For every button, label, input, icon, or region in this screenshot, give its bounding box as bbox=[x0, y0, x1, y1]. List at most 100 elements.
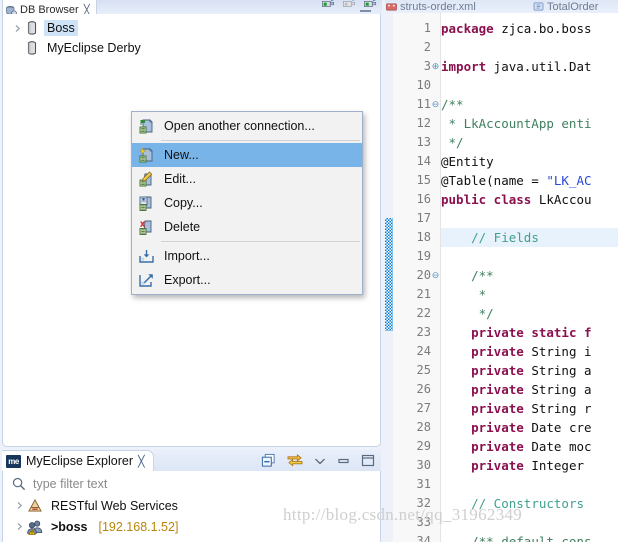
expand-arrow-icon[interactable] bbox=[11, 498, 27, 514]
code-token: java.util.Dat bbox=[486, 59, 592, 74]
editor-body[interactable]: 1 2 3 ⊕ 10 11 ⊖ 12 13 14 15 16 17 18 19 20 ⊖ 21 22 23 24 25 26… bbox=[385, 13, 618, 542]
tree-item-restful-web-services[interactable]: RESTful Web Services bbox=[3, 495, 380, 516]
editor-tab-label: struts-order.xml bbox=[400, 0, 476, 13]
code-line[interactable]: private static f bbox=[441, 323, 591, 342]
code-line[interactable]: private String i bbox=[441, 342, 591, 361]
line-number: 17 bbox=[416, 211, 431, 225]
menu-item-copy[interactable]: Copy... bbox=[132, 191, 362, 215]
editor-code-surface[interactable]: package zjca.bo.boss import java.util.Dat… bbox=[441, 13, 618, 542]
code-line[interactable]: private Date moc bbox=[441, 437, 591, 456]
menu-item-new[interactable]: New... bbox=[132, 143, 362, 167]
tree-item-myeclipse-derby[interactable]: MyEclipse Derby bbox=[3, 38, 380, 58]
code-token: package bbox=[441, 21, 494, 36]
close-icon[interactable]: ╳ bbox=[138, 455, 145, 468]
menu-separator bbox=[161, 140, 360, 141]
code-token: // Fields bbox=[471, 230, 539, 245]
code-line[interactable]: // Constructors bbox=[441, 494, 584, 513]
code-line[interactable]: private Date cre bbox=[441, 418, 591, 437]
tree-item-boss[interactable]: Boss bbox=[3, 18, 380, 38]
new-connection-icon bbox=[135, 145, 157, 165]
code-editor-area: struts-order.xml TotalOrder 1 2 3 ⊕ 10 11 ⊖ 12 1… bbox=[385, 0, 618, 542]
expand-arrow-icon[interactable] bbox=[9, 20, 25, 36]
link-with-editor-icon[interactable] bbox=[287, 453, 303, 468]
code-line[interactable]: /** bbox=[441, 266, 494, 285]
myeclipse-logo-icon: me bbox=[6, 454, 21, 468]
search-icon bbox=[12, 477, 26, 491]
code-line[interactable]: private String a bbox=[441, 361, 591, 380]
code-line[interactable]: @Table(name = "LK_AC bbox=[441, 171, 592, 190]
myeclipse-explorer-toolbar bbox=[261, 453, 375, 468]
line-number: 23 bbox=[416, 325, 431, 339]
tab-totalorder[interactable]: TotalOrder bbox=[533, 0, 618, 13]
code-line[interactable]: * LkAccountApp enti bbox=[441, 114, 592, 133]
line-number: 25 bbox=[416, 363, 431, 377]
menu-item-label: Open another connection... bbox=[164, 119, 315, 133]
code-line[interactable]: * bbox=[441, 285, 487, 304]
line-number: 26 bbox=[416, 382, 431, 396]
menu-item-export[interactable]: Export... bbox=[132, 268, 362, 292]
code-line[interactable]: private String a bbox=[441, 380, 592, 399]
server-icon bbox=[27, 520, 43, 535]
code-line[interactable]: */ bbox=[441, 133, 464, 152]
code-token: String a bbox=[523, 382, 592, 397]
export-icon bbox=[135, 270, 157, 290]
code-line[interactable]: public class LkAccou bbox=[441, 190, 592, 209]
db-browser-tree: Boss MyEclipse Derby bbox=[3, 15, 380, 58]
minimize-icon[interactable] bbox=[337, 456, 350, 466]
tab-myeclipse-explorer[interactable]: me MyEclipse Explorer ╳ bbox=[2, 450, 154, 471]
code-token: private bbox=[471, 458, 524, 473]
code-line[interactable]: /** default cons bbox=[441, 532, 591, 542]
code-token: // Constructors bbox=[471, 496, 584, 511]
code-line[interactable]: /** bbox=[441, 95, 464, 114]
fold-toggle-icon[interactable]: ⊕ bbox=[431, 57, 440, 76]
maximize-icon[interactable] bbox=[361, 454, 375, 467]
fold-toggle-icon[interactable]: ⊖ bbox=[431, 266, 440, 285]
code-token: @Entity bbox=[441, 154, 494, 169]
code-line[interactable]: @Entity bbox=[441, 152, 494, 171]
code-line[interactable]: import java.util.Dat bbox=[441, 57, 592, 76]
line-number: 14 bbox=[416, 154, 431, 168]
menu-item-import[interactable]: Import... bbox=[132, 244, 362, 268]
tree-item-detail: [192.168.1.52] bbox=[98, 519, 179, 534]
menu-item-open-another-connection[interactable]: Open another connection... bbox=[132, 114, 362, 138]
code-line[interactable]: package zjca.bo.boss bbox=[441, 19, 592, 38]
line-number: 10 bbox=[416, 78, 431, 92]
expand-arrow-icon[interactable] bbox=[11, 519, 27, 535]
menu-item-delete[interactable]: Delete bbox=[132, 215, 362, 239]
close-icon[interactable]: ╳ bbox=[84, 5, 90, 14]
copy-connection-icon bbox=[135, 193, 157, 213]
line-number: 34 bbox=[416, 534, 431, 542]
line-number: 16 bbox=[416, 192, 431, 206]
menu-item-label: Import... bbox=[164, 249, 210, 263]
filter-row[interactable]: type filter text bbox=[7, 475, 107, 493]
fold-toggle-icon[interactable]: ⊖ bbox=[431, 95, 440, 114]
code-line[interactable]: private Integer bbox=[441, 456, 592, 475]
tab-db-browser[interactable]: DB Browser ╳ bbox=[3, 0, 97, 14]
line-number: 13 bbox=[416, 135, 431, 149]
code-line[interactable]: private String r bbox=[441, 399, 591, 418]
db-browser-minimize-button[interactable] bbox=[360, 2, 372, 12]
minimize-icon bbox=[360, 10, 371, 12]
tab-struts-order-xml[interactable]: struts-order.xml bbox=[386, 0, 516, 13]
tree-item-boss-server[interactable]: >boss [192.168.1.52] bbox=[3, 516, 380, 537]
code-line[interactable]: */ bbox=[441, 304, 494, 323]
line-number: 28 bbox=[416, 420, 431, 434]
left-panel-column: DB Browser ╳ Boss MyEclipse Derby Open a… bbox=[0, 0, 385, 542]
code-token: Integer bbox=[523, 458, 592, 473]
line-number: 20 bbox=[416, 268, 431, 282]
collapse-all-icon[interactable] bbox=[261, 453, 276, 468]
view-menu-icon[interactable] bbox=[314, 457, 326, 465]
myeclipse-explorer-view: me MyEclipse Explorer ╳ type filter text… bbox=[2, 450, 381, 542]
filter-input-placeholder[interactable]: type filter text bbox=[33, 477, 107, 491]
db-connect-icon[interactable] bbox=[321, 0, 336, 11]
code-line[interactable]: // Fields bbox=[441, 228, 618, 247]
db-disconnect-icon[interactable] bbox=[342, 0, 357, 11]
menu-item-edit[interactable]: Edit... bbox=[132, 167, 362, 191]
